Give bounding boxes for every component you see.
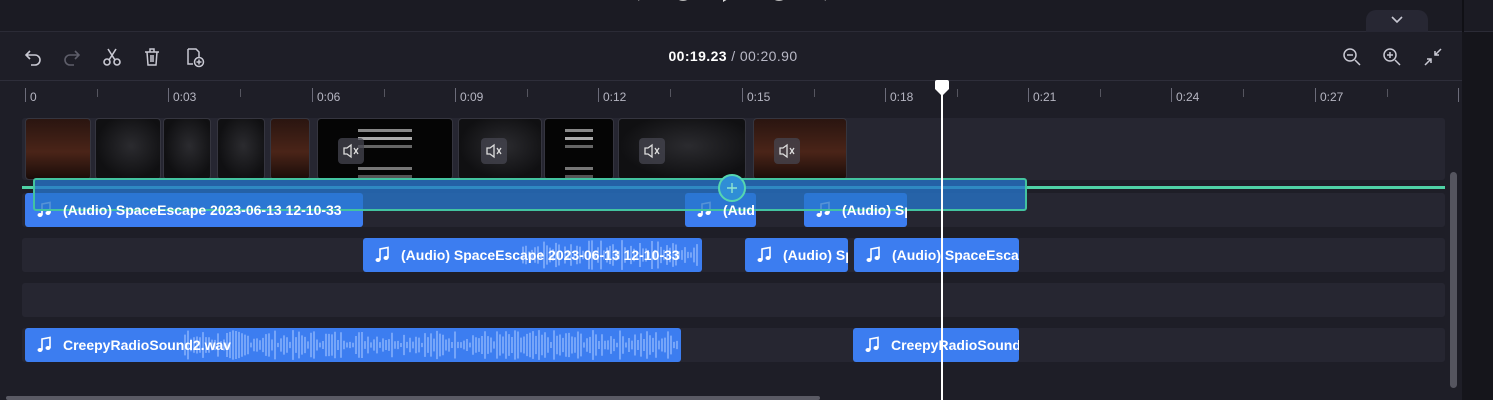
clip-label: (Audio) SpaceEscap	[892, 247, 1019, 263]
fit-timeline-button[interactable]	[1420, 44, 1446, 70]
vertical-scrollbar[interactable]	[1450, 172, 1457, 388]
add-track-button[interactable]	[718, 174, 746, 202]
ruler-label: 0:18	[890, 90, 914, 104]
muted-speaker-icon	[343, 143, 359, 159]
chevron-down-icon	[1391, 16, 1403, 24]
music-note-icon	[375, 246, 389, 262]
ruler-minor-tick	[1387, 89, 1388, 97]
time-ruler[interactable]: 0 0:03 0:06 0:09 0:12 0:15 0:18 0:21 0:24 0:27	[0, 82, 1462, 112]
ruler-major-tick	[885, 88, 886, 102]
ruler-minor-tick	[240, 89, 241, 97]
collapse-arrows-icon	[1424, 48, 1442, 66]
video-clip-thumbnail[interactable]	[753, 118, 847, 180]
ruler-label: 0:03	[173, 90, 197, 104]
fullscreen-icon[interactable]	[1116, 0, 1136, 6]
mute-button[interactable]	[338, 138, 364, 164]
music-note-icon	[865, 336, 879, 352]
muted-speaker-icon	[644, 143, 660, 159]
video-clip-thumbnail[interactable]	[217, 118, 265, 180]
rewind-5-icon[interactable]	[672, 0, 694, 8]
video-clip-thumbnail[interactable]	[270, 118, 310, 180]
ruler-end-tick	[1458, 88, 1459, 102]
ruler-major-tick	[25, 88, 26, 102]
ruler-label: 0:09	[460, 90, 484, 104]
ruler-minor-tick	[1100, 89, 1101, 97]
clip-label: CreepyRadioSound	[891, 337, 1019, 353]
video-clip-thumbnail[interactable]	[544, 118, 614, 180]
ruler-minor-tick	[957, 89, 958, 97]
player-controls-strip	[0, 0, 1493, 32]
ruler-major-tick	[742, 88, 743, 102]
video-clip-thumbnail[interactable]	[618, 118, 746, 180]
current-time: 00:19.23	[668, 48, 727, 64]
audio-track-2	[22, 238, 1445, 272]
zoom-in-icon	[1383, 48, 1401, 66]
ruler-label: 0:06	[317, 90, 341, 104]
ruler-major-tick	[1315, 88, 1316, 102]
waveform-path	[184, 330, 678, 360]
audio-clip[interactable]: CreepyRadioSound2.wav	[25, 328, 681, 362]
ruler-major-tick	[168, 88, 169, 102]
audio-clip[interactable]: (Audio) Sp	[745, 238, 848, 272]
ruler-label: 0:27	[1320, 90, 1344, 104]
music-note-icon	[757, 246, 771, 262]
skip-back-icon[interactable]	[630, 0, 652, 8]
ruler-major-tick	[598, 88, 599, 102]
music-note-icon	[37, 336, 51, 352]
clip-label: (Audio) Sp	[842, 202, 907, 218]
ruler-minor-tick	[527, 89, 528, 97]
clip-label: CreepyRadioSound2.wav	[63, 337, 232, 353]
skip-forward-icon[interactable]	[812, 0, 834, 8]
clip-label: (Audio) SpaceEscape 2023-06-13 12-10-33	[63, 202, 342, 218]
total-duration: 00:20.90	[739, 48, 798, 64]
ruler-label: 0:24	[1176, 90, 1200, 104]
audio-clip[interactable]: CreepyRadioSound	[853, 328, 1019, 362]
video-clip-thumbnail[interactable]	[95, 118, 161, 180]
ruler-label: 0	[30, 90, 37, 104]
ruler-minor-tick	[97, 89, 98, 97]
side-panel-gutter	[1462, 32, 1493, 400]
audio-clip[interactable]: (Audio) SpaceEscap	[854, 238, 1019, 272]
collapse-preview-tab[interactable]	[1366, 10, 1428, 32]
zoom-out-button[interactable]	[1339, 44, 1365, 70]
plus-icon	[727, 183, 737, 193]
clip-label: (Audio) SpaceEscape 2023-06-13 12-10-33	[401, 247, 680, 263]
video-clip-thumbnail[interactable]	[458, 118, 542, 180]
audio-track-3	[22, 283, 1445, 317]
time-separator: /	[726, 48, 740, 64]
video-clip-thumbnail[interactable]	[25, 118, 91, 180]
ruler-major-tick	[455, 88, 456, 102]
zoom-in-button[interactable]	[1379, 44, 1405, 70]
zoom-out-icon	[1343, 48, 1361, 66]
ruler-major-tick	[312, 88, 313, 102]
muted-speaker-icon	[779, 143, 795, 159]
music-note-icon	[866, 246, 880, 262]
ruler-minor-tick	[384, 89, 385, 97]
ruler-minor-tick	[814, 89, 815, 97]
ruler-minor-tick	[1243, 89, 1244, 97]
clip-label: (Aud	[723, 202, 755, 218]
mute-button[interactable]	[481, 138, 507, 164]
mute-button[interactable]	[639, 138, 665, 164]
audio-clip[interactable]: (Audio) SpaceEscape 2023-06-13 12-10-33	[363, 238, 702, 272]
playhead-handle[interactable]	[934, 80, 950, 98]
ruler-label: 0:12	[603, 90, 627, 104]
ruler-major-tick	[1171, 88, 1172, 102]
muted-speaker-icon	[486, 143, 502, 159]
play-icon[interactable]	[720, 0, 742, 8]
timecode-display: 00:19.23 / 00:20.90	[0, 48, 1466, 64]
mute-button[interactable]	[774, 138, 800, 164]
forward-5-icon[interactable]	[768, 0, 790, 8]
ruler-minor-tick	[670, 89, 671, 97]
timeline-toolbar: 00:19.23 / 00:20.90	[0, 32, 1462, 81]
clip-label: (Audio) Sp	[783, 247, 848, 263]
ruler-major-tick	[1028, 88, 1029, 102]
ruler-label: 0:15	[747, 90, 771, 104]
playhead-line	[941, 88, 943, 400]
timeline-editor: 00:19.23 / 00:20.90 0 0:03 0:06 0:09 0:12 0:1…	[0, 0, 1493, 400]
ruler-label: 0:21	[1033, 90, 1057, 104]
video-clip-thumbnail[interactable]	[317, 118, 453, 180]
video-clip-thumbnail[interactable]	[163, 118, 211, 180]
horizontal-scrollbar[interactable]	[6, 396, 820, 400]
